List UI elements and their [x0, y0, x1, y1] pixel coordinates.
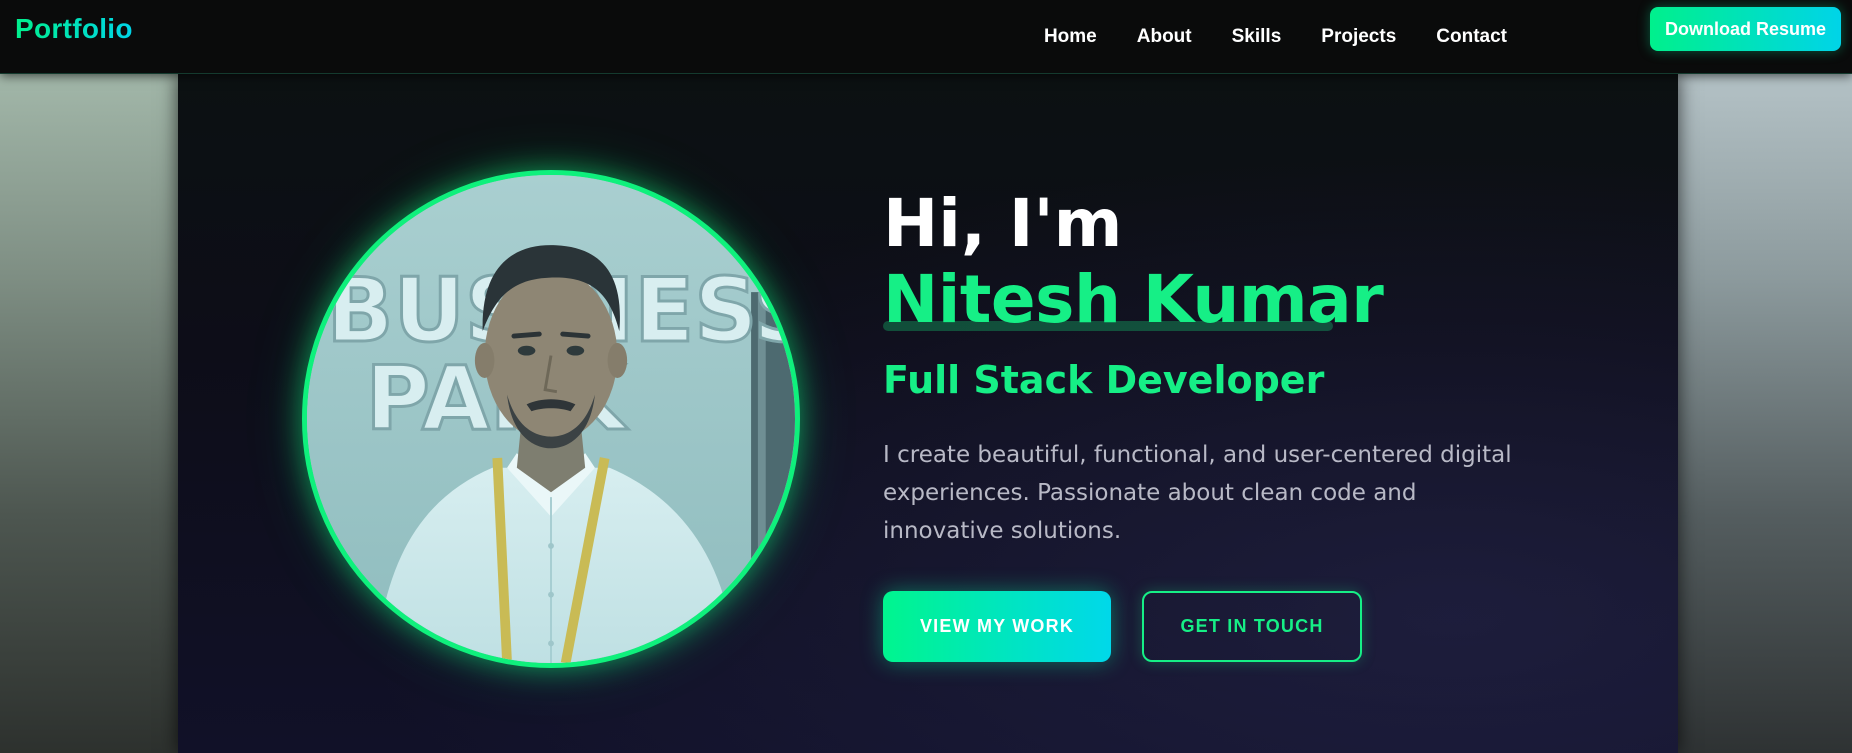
nav-link-projects[interactable]: Projects [1321, 26, 1396, 48]
background-left-panel [0, 74, 178, 753]
download-resume-button[interactable]: Download Resume [1650, 7, 1841, 51]
view-my-work-button[interactable]: VIEW MY WORK [883, 591, 1111, 662]
background-right-panel [1674, 74, 1852, 753]
profile-photo: BUSINESS PARK [302, 170, 800, 668]
nav-links: Home About Skills Projects Contact [1004, 0, 1507, 74]
portfolio-page: Portfolio Home About Skills Projects Con… [0, 0, 1852, 753]
get-in-touch-button[interactable]: GET IN TOUCH [1142, 591, 1362, 662]
profile-photo-illustration: BUSINESS PARK [307, 175, 795, 663]
hero-greeting: Hi, I'm [883, 185, 1123, 262]
brand-logo[interactable]: Portfolio [15, 13, 133, 45]
navbar: Portfolio Home About Skills Projects Con… [0, 0, 1852, 74]
hero-intro-text: I create beautiful, functional, and user… [883, 442, 1512, 544]
nav-link-contact[interactable]: Contact [1436, 26, 1507, 48]
nav-link-skills[interactable]: Skills [1232, 26, 1282, 48]
name-underline-decoration [883, 321, 1333, 331]
nav-link-about[interactable]: About [1137, 26, 1192, 48]
nav-link-home[interactable]: Home [1044, 26, 1097, 48]
hero-role: Full Stack Developer [883, 358, 1325, 402]
hero-section: BUSINESS PARK [178, 74, 1678, 753]
